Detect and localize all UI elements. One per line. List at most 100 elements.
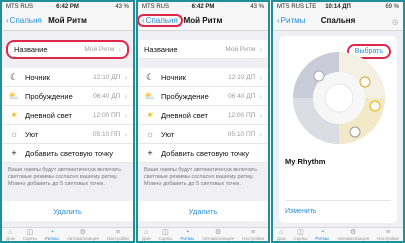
tab-automation[interactable]: ⚙ Автоматизация xyxy=(202,229,234,241)
info-note: Ваши лампы будут автоматически включать … xyxy=(144,167,258,187)
tab-settings[interactable]: ≡ Настройки xyxy=(377,229,399,241)
chevron-right-icon: › xyxy=(259,44,262,54)
cozy-icon: ☼ xyxy=(9,129,19,139)
tab-scenes[interactable]: ◫ Сцены xyxy=(23,229,37,241)
settings-icon: ≡ xyxy=(385,228,391,236)
daylight-icon: ☀ xyxy=(9,109,19,120)
rhythms-icon: ◔ xyxy=(49,228,54,236)
list-item-nightlight[interactable]: ☾ Ночник 12:10 ДП › xyxy=(2,68,133,87)
automation-icon: ⚙ xyxy=(214,228,222,236)
add-light-point-button[interactable]: + Добавить световую точку xyxy=(2,144,133,163)
tab-scenes[interactable]: ◫ Сцены xyxy=(293,229,307,241)
chevron-right-icon: › xyxy=(124,72,127,82)
delete-button[interactable]: Удалить xyxy=(2,201,133,221)
chevron-right-icon: › xyxy=(124,91,127,101)
screen-rhythm-1: MTS RUS 6:42 PM 43 % ‹ Спальня Мой Ритм Н… xyxy=(0,0,135,243)
chevron-right-icon: › xyxy=(259,129,262,139)
tab-rhythms[interactable]: ◔ Ритмы xyxy=(315,229,329,241)
item-label: Ночник xyxy=(161,72,186,82)
tab-label: Дом xyxy=(276,235,286,241)
item-time: 05:10 ПП xyxy=(227,130,256,138)
item-time: 06:40 ДП xyxy=(228,92,256,100)
list-item-nightlight[interactable]: ☾ Ночник 12:10 ДП › xyxy=(138,68,268,87)
list-item-cozy[interactable]: ☼ Уют 05:10 ПП › xyxy=(138,125,268,144)
chevron-right-icon: › xyxy=(259,72,262,82)
cozy-icon: ☼ xyxy=(145,129,155,139)
item-time: 05:10 ПП xyxy=(92,130,121,138)
rhythm-dial-graphic xyxy=(293,52,385,144)
rhythm-card[interactable]: Выбрать My Rhythm Изменить xyxy=(279,36,397,223)
tab-home[interactable]: ⌂ Дом xyxy=(6,229,15,241)
chevron-right-icon: › xyxy=(124,110,127,120)
automation-icon: ⚙ xyxy=(79,228,86,236)
list-item-wakeup[interactable]: ⛅ Пробуждение 06:40 ДП › xyxy=(138,87,268,106)
item-label: Дневной свет xyxy=(161,110,208,120)
tab-bar: ⌂ Дом ◫ Сцены ◔ Ритмы ⚙ Автоматизация ≡ Настр… xyxy=(2,227,133,241)
moon-icon: ☾ xyxy=(145,71,155,82)
tab-rhythms[interactable]: ◔ Ритмы xyxy=(180,229,194,241)
tab-label: Сцены xyxy=(22,235,37,241)
automation-icon: ⚙ xyxy=(349,228,357,236)
tab-rhythms[interactable]: ◔ Ритмы xyxy=(45,229,59,241)
rhythm-dial xyxy=(289,48,389,148)
tab-label: Настройки xyxy=(106,235,129,241)
list-item-daylight[interactable]: ☀ Дневной свет 12:00 ПП › xyxy=(2,106,133,125)
list-item-daylight[interactable]: ☀ Дневной свет 12:00 ПП › xyxy=(138,106,268,125)
item-time: 12:10 ДП xyxy=(228,73,256,81)
tab-automation[interactable]: ⚙ Автоматизация xyxy=(67,229,99,241)
tab-scenes[interactable]: ◫ Сцены xyxy=(158,229,172,241)
item-time: 12:00 ПП xyxy=(92,111,121,119)
home-icon: ⌂ xyxy=(144,228,149,236)
daylight-icon: ☀ xyxy=(145,109,155,120)
nav-bar: ‹ Спальня Мой Ритм xyxy=(2,12,133,31)
add-label: Добавить световую точку xyxy=(161,148,249,158)
add-label: Добавить световую точку xyxy=(25,148,113,158)
tab-label: Автоматизация xyxy=(337,235,370,241)
name-value: Мой Ритм xyxy=(84,46,115,53)
tab-label: Ритмы xyxy=(315,235,330,241)
tab-bar: ⌂ Дом ◫ Сцены ◔ Ритмы ⚙ Автоматизация ≡ Настр… xyxy=(273,227,403,241)
clock: 6:42 PM xyxy=(56,4,79,10)
list-item-wakeup[interactable]: ⛅ Пробуждение 06:40 ДП › xyxy=(2,87,133,106)
item-label: Дневной свет xyxy=(25,110,72,120)
clock: 6:42 PM xyxy=(191,4,215,10)
delete-button[interactable]: Удалить xyxy=(138,201,268,221)
plus-icon: + xyxy=(11,148,17,158)
name-row[interactable]: Название Мой Ритм › xyxy=(138,40,268,59)
item-time: 12:10 ДП xyxy=(93,73,121,81)
clock: 10:14 ДП xyxy=(325,4,351,10)
battery: 43 % xyxy=(250,4,264,10)
status-bar: MTS RUS LTE 10:14 ДП 69 % xyxy=(273,2,403,12)
edit-button[interactable]: Изменить xyxy=(285,208,317,215)
tab-label: Ритмы xyxy=(180,235,195,241)
tab-label: Ритмы xyxy=(44,235,59,241)
tab-label: Настройки xyxy=(376,235,400,241)
add-icon[interactable]: ⊕ xyxy=(391,17,399,28)
tab-settings[interactable]: ≡ Настройки xyxy=(107,229,129,241)
chevron-right-icon: › xyxy=(259,91,262,101)
tab-settings[interactable]: ≡ Настройки xyxy=(242,229,264,241)
tab-home[interactable]: ⌂ Дом xyxy=(142,229,151,241)
moon-icon: ☾ xyxy=(9,71,19,82)
tab-bar: ⌂ Дом ◫ Сцены ◔ Ритмы ⚙ Автоматизация ≡ Настр… xyxy=(138,227,268,241)
tab-label: Автоматизация xyxy=(202,235,235,241)
tab-label: Сцены xyxy=(293,235,308,241)
sunrise-icon: ⛅ xyxy=(8,90,20,101)
item-label: Уют xyxy=(161,129,175,139)
tab-home[interactable]: ⌂ Дом xyxy=(277,229,286,241)
tab-automation[interactable]: ⚙ Автоматизация xyxy=(337,229,369,241)
list-item-cozy[interactable]: ☼ Уют 05:10 ПП › xyxy=(2,125,133,144)
screen-rhythm-2: MTS RUS 6:42 PM 43 % ‹ Спальня Мой Ритм Н… xyxy=(136,0,270,243)
add-light-point-button[interactable]: + Добавить световую точку xyxy=(138,144,268,163)
chevron-right-icon: › xyxy=(124,129,127,139)
page-title: Мой Ритм xyxy=(183,16,223,25)
home-icon: ⌂ xyxy=(8,228,13,236)
tab-label: Дом xyxy=(6,235,15,241)
item-label: Пробуждение xyxy=(25,91,73,101)
divider xyxy=(285,200,391,201)
tab-label: Автоматизация xyxy=(66,235,99,241)
settings-icon: ≡ xyxy=(250,228,256,236)
name-row[interactable]: Название Мой Ритм › xyxy=(6,40,129,59)
tab-label: Настройки xyxy=(241,235,265,241)
tab-label: Сцены xyxy=(158,235,173,241)
